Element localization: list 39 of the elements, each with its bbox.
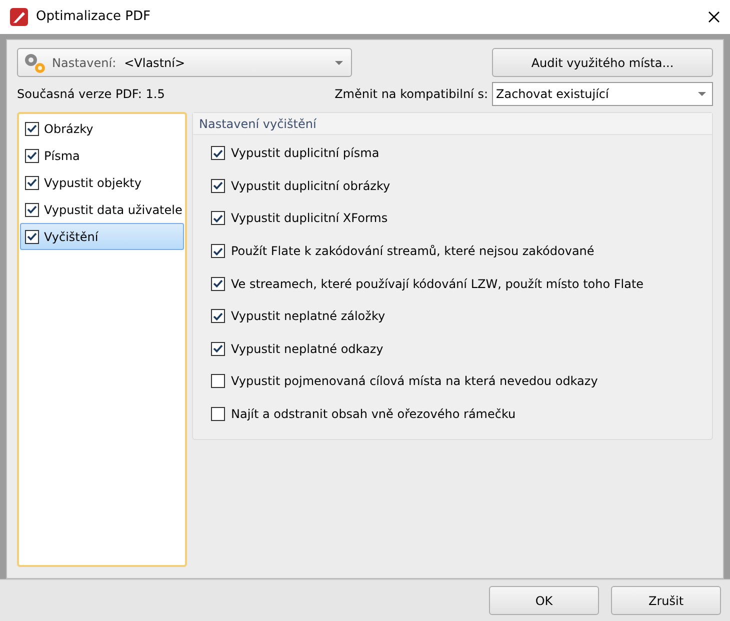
category-item[interactable]: Vypustit data uživatele <box>20 196 184 223</box>
pdf-version-label: Současná verze PDF: 1.5 <box>17 86 165 103</box>
checked-checkbox[interactable] <box>25 230 39 244</box>
window-title: Optimalizace PDF <box>36 8 152 26</box>
compatibility-select[interactable]: Zachovat existující <box>492 82 713 106</box>
option-label[interactable]: Použít Flate k zakódování streamů, které nejsou zakódované <box>231 242 594 260</box>
preset-dropdown[interactable]: Nastavení: <Vlastní> <box>17 48 352 77</box>
checked-checkbox[interactable] <box>211 342 225 356</box>
checked-checkbox[interactable] <box>211 276 225 291</box>
dialog-button[interactable]: Zrušit <box>611 586 721 615</box>
option-label[interactable]: Vypustit duplicitní obrázky <box>231 176 390 195</box>
checked-checkbox[interactable] <box>25 122 39 136</box>
option-label[interactable]: Vypustit duplicitní písma <box>231 144 380 162</box>
option-label[interactable]: Ve streamech, které používají kódování LZW, použít místo toho Flate <box>231 274 644 293</box>
checkbox[interactable] <box>211 407 225 422</box>
checked-checkbox[interactable] <box>211 178 225 193</box>
option-label[interactable]: Vypustit pojmenovaná cílová místa na která nevedou odkazy <box>231 372 598 390</box>
option-label[interactable]: Vypustit neplatné záložky <box>231 307 386 326</box>
group-title: Nastavení vyčištění <box>193 113 712 135</box>
checked-checkbox[interactable] <box>211 211 225 226</box>
category-item[interactable]: Písma <box>20 142 184 169</box>
option-label[interactable]: Najít a odstranit obsah vně ořezového rámečku <box>231 405 516 424</box>
checked-checkbox[interactable] <box>211 146 225 160</box>
category-item[interactable]: Vyčištění <box>20 223 184 250</box>
option-label[interactable]: Vypustit duplicitní XForms <box>231 209 388 228</box>
category-item[interactable]: Obrázky <box>20 115 184 142</box>
close-icon[interactable] <box>708 11 720 23</box>
checked-checkbox[interactable] <box>211 309 225 324</box>
checked-checkbox[interactable] <box>25 148 39 162</box>
audit-button[interactable]: Audit využitého místa... <box>492 48 713 77</box>
app-icon <box>10 8 28 26</box>
checked-checkbox[interactable] <box>25 202 39 216</box>
category-item[interactable]: Vypustit objekty <box>20 169 184 196</box>
dialog-button[interactable]: OK <box>489 586 599 615</box>
compatibility-label: Změnit na kompatibilní s: <box>334 86 488 103</box>
checked-checkbox[interactable] <box>211 244 225 258</box>
checkbox[interactable] <box>211 374 225 388</box>
checked-checkbox[interactable] <box>25 176 39 190</box>
option-label[interactable]: Vypustit neplatné odkazy <box>231 340 384 358</box>
